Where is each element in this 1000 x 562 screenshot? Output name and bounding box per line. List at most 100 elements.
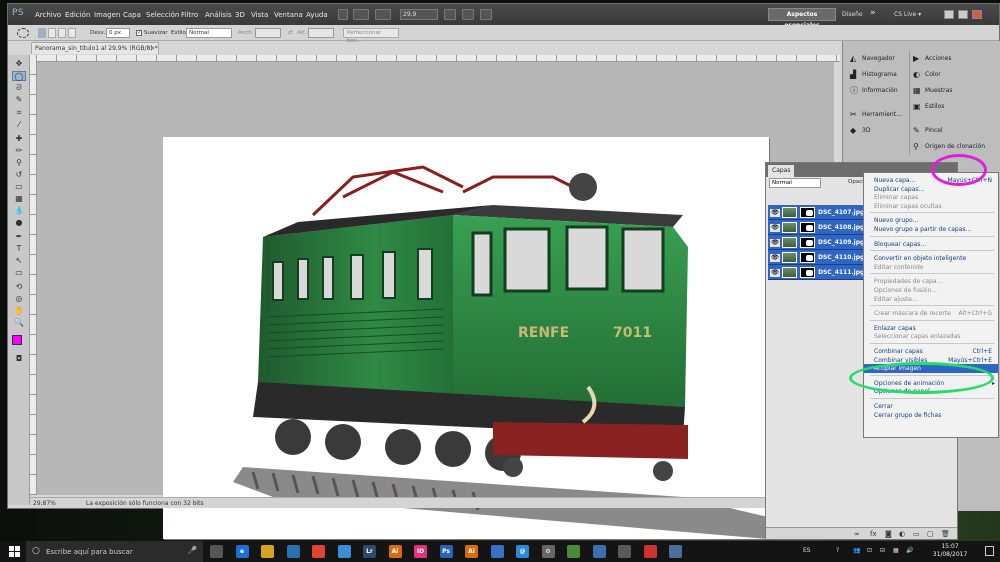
info-panel-button[interactable]: ⓘ Información [847, 83, 907, 99]
volume-icon[interactable]: 🔊 [906, 547, 913, 554]
mail-icon[interactable] [490, 545, 504, 558]
add-mask-icon[interactable]: ◙ [885, 530, 892, 538]
brush-panel-button[interactable]: ✎ Pincel [910, 123, 969, 139]
menu-ayuda[interactable]: Ayuda [306, 11, 328, 19]
intersect-selection-icon[interactable] [68, 28, 76, 38]
style-select[interactable]: Normal [186, 28, 232, 38]
bridge-icon[interactable] [338, 9, 348, 20]
3d-panel-button[interactable]: ◆ 3D [847, 123, 907, 139]
network-icon[interactable]: ▦ [893, 547, 899, 554]
close-tab-icon[interactable]: × [150, 43, 155, 54]
layer-row[interactable]: 👁 DSC_4108.jpg [768, 220, 864, 235]
blend-mode-select[interactable]: Normal [769, 178, 821, 188]
visibility-eye-icon[interactable]: 👁 [770, 239, 780, 247]
quick-selection-icon[interactable]: ✎ [12, 95, 26, 105]
link-layers-icon[interactable]: ∞ [854, 530, 860, 538]
crop-tool-icon[interactable]: ⌗ [12, 108, 26, 118]
clone-stamp-icon[interactable]: ⚲ [12, 158, 26, 168]
language-indicator[interactable]: ES [803, 547, 811, 554]
styles-panel-button[interactable]: ▣ Estilos [910, 99, 969, 115]
menu-filtro[interactable]: Filtro [181, 11, 198, 19]
antialias-checkbox[interactable]: ✓ [136, 30, 142, 36]
blur-tool-icon[interactable]: 💧 [12, 206, 26, 216]
menu-item[interactable]: Cerrar grupo de fichas [864, 411, 998, 420]
menu-edicion[interactable]: Edición [65, 11, 90, 19]
store-icon[interactable] [286, 545, 300, 558]
adjustment-layer-icon[interactable]: ◐ [899, 530, 905, 538]
hand-tool-icon[interactable]: ✋ [12, 306, 26, 316]
taskbar-clock[interactable]: 15:07 31/08/2017 [930, 543, 970, 559]
pen-tool-icon[interactable]: ✒ [12, 232, 26, 242]
arrange-documents-icon[interactable] [462, 9, 474, 20]
swatches-panel-button[interactable]: ▦ Muestras [910, 83, 969, 99]
illustrator-icon[interactable]: Ai [388, 545, 402, 558]
color-panel-button[interactable]: ◐ Color [910, 67, 969, 83]
visibility-eye-icon[interactable]: 👁 [770, 224, 780, 232]
notifications-icon[interactable] [985, 546, 994, 556]
feather-input[interactable]: 0 px [106, 28, 130, 38]
refine-edge-button[interactable]: Perfeccionar bor... [343, 28, 399, 44]
visibility-eye-icon[interactable]: 👁 [770, 269, 780, 277]
minimize-button[interactable] [944, 10, 954, 19]
canvas-area[interactable]: RENFE 7011 [37, 62, 840, 539]
eraser-tool-icon[interactable]: ▭ [12, 182, 26, 192]
photoshop-icon[interactable]: Ps [439, 545, 453, 558]
menu-item[interactable]: Bloquear capas... [864, 240, 998, 249]
menu-item[interactable]: Editar contenido [864, 263, 998, 272]
lightroom-icon[interactable]: Lr [363, 545, 376, 558]
3d-rotate-icon[interactable]: ⟲ [12, 282, 26, 292]
workspace-button-essentials[interactable]: Aspectos esenciales [768, 8, 836, 29]
zoom-select[interactable]: 29,9 [400, 9, 438, 20]
document-canvas[interactable]: RENFE 7011 [163, 137, 769, 539]
edge-icon[interactable]: e [235, 545, 249, 558]
shape-tool-icon[interactable]: ▭ [12, 268, 26, 278]
height-input[interactable] [308, 28, 334, 38]
app-icon[interactable] [592, 545, 606, 558]
menu-archivo[interactable]: Archivo [35, 11, 61, 19]
app-icon[interactable] [643, 545, 657, 558]
explorer-icon[interactable] [261, 545, 274, 558]
add-selection-icon[interactable] [48, 28, 56, 38]
menu-3d[interactable]: 3D [235, 11, 245, 19]
layer-row[interactable]: 👁 DSC_4109.jpg [768, 235, 864, 250]
menu-capa[interactable]: Capa [123, 11, 141, 19]
tab-capas[interactable]: Capas [768, 165, 795, 177]
brush-tool-icon[interactable]: ✏ [12, 146, 26, 156]
menu-imagen[interactable]: Imagen [94, 11, 120, 19]
path-selection-icon[interactable]: ↖ [12, 256, 26, 266]
quick-mask-icon[interactable]: ◘ [12, 354, 26, 364]
move-tool-icon[interactable]: ✥ [12, 59, 26, 69]
trash-icon[interactable]: 🗑 [941, 530, 950, 538]
photos-icon[interactable] [669, 545, 682, 558]
taskbar-search[interactable]: ○ Escribe aquí para buscar 🎤 [26, 541, 203, 562]
elliptical-marquee-icon[interactable] [17, 28, 29, 38]
people-icon[interactable]: 👥 [853, 547, 860, 554]
hand-icon[interactable] [444, 9, 456, 20]
menu-ventana[interactable]: Ventana [274, 11, 303, 19]
new-selection-icon[interactable] [38, 28, 46, 38]
zoom-level-icon[interactable] [375, 9, 391, 20]
3d-orbit-icon[interactable]: ◎ [12, 294, 26, 304]
menu-item[interactable]: Crear máscara de recorte Alt+Ctrl+G [864, 309, 998, 318]
layer-row[interactable]: 👁 DSC_4110.jpg [768, 250, 864, 265]
foreground-color-swatch[interactable] [12, 335, 22, 345]
document-tab[interactable]: Panorama_sin_título1 al 29,9% (RGB/8) * … [31, 42, 159, 54]
menu-item[interactable]: Eliminar capas ocultas [864, 202, 998, 211]
chrome-icon[interactable] [312, 545, 325, 558]
actions-panel-button[interactable]: ▶ Acciones [910, 51, 969, 67]
menu-item[interactable]: Seleccionar capas enlazadas [864, 332, 998, 341]
navigator-panel-button[interactable]: ◭ Navegador [847, 51, 907, 67]
app-icon[interactable] [337, 545, 351, 558]
cs-live-button[interactable]: CS Live ▾ [894, 11, 921, 18]
help-icon[interactable]: ? [836, 547, 839, 554]
type-tool-icon[interactable]: T [12, 244, 26, 254]
marquee-tool-icon[interactable]: ◯ [12, 71, 26, 81]
zoom-tool-icon[interactable]: 🔍 [12, 318, 26, 328]
maximize-button[interactable] [958, 10, 968, 19]
dodge-tool-icon[interactable]: ● [12, 218, 26, 228]
healing-brush-icon[interactable]: ✚ [12, 134, 26, 144]
layer-row[interactable]: 👁 DSC_4111.jpg [768, 265, 864, 280]
layer-row[interactable]: 👁 DSC_4107.jpg [768, 205, 864, 220]
system-tray-icon[interactable]: ⊡ [867, 547, 872, 554]
settings-icon[interactable]: ⚙ [541, 545, 555, 558]
